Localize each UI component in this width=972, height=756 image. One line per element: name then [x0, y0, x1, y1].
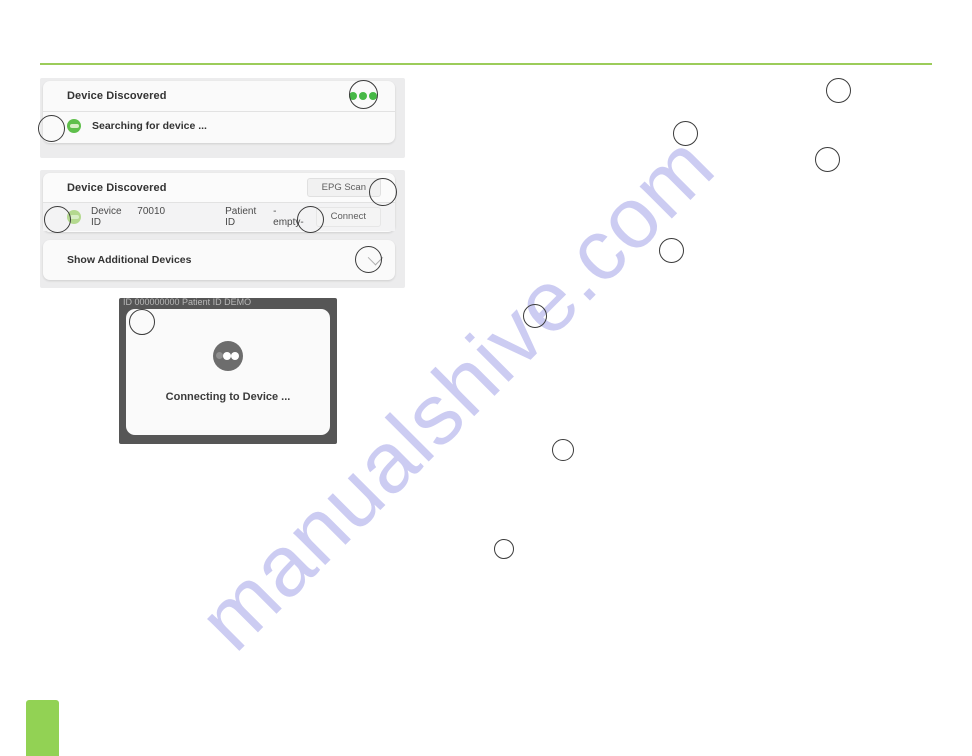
- page-header-rule: [40, 63, 932, 65]
- device-discovered-card-1: Device Discovered Searching for device .…: [43, 81, 395, 143]
- callout-7: [44, 206, 71, 233]
- callout-14: [494, 539, 514, 559]
- connecting-message: Connecting to Device ...: [165, 391, 291, 403]
- callout-11: [129, 309, 155, 335]
- searching-status-row[interactable]: Searching for device ...: [43, 112, 395, 140]
- card-header-1: Device Discovered: [43, 81, 395, 112]
- callout-6: [369, 178, 397, 206]
- callout-3: [38, 115, 65, 142]
- callout-8: [297, 206, 324, 233]
- callout-10: [355, 246, 382, 273]
- patient-id-field: Patient ID -empty-: [225, 206, 306, 228]
- card-header-2: Device Discovered EPG Scan: [43, 173, 395, 203]
- device-green-icon: [67, 119, 81, 133]
- spinner-dot: [231, 352, 239, 360]
- spinner-dot: [223, 352, 231, 360]
- device-list-row[interactable]: Device ID 70010 Patient ID -empty- Conne…: [43, 203, 395, 231]
- callout-5: [815, 147, 840, 172]
- connect-button[interactable]: Connect: [315, 207, 381, 227]
- connecting-dialog-card: Connecting to Device ...: [126, 309, 330, 435]
- show-additional-devices-label: Show Additional Devices: [67, 254, 192, 266]
- device-id-field: Device ID 70010: [91, 206, 165, 228]
- card-title-1: Device Discovered: [67, 90, 167, 102]
- loading-spinner-icon: [213, 341, 243, 371]
- patient-id-label: Patient ID: [225, 206, 257, 228]
- figure-device-discovered-list: Device Discovered EPG Scan Device ID 700…: [40, 170, 405, 288]
- searching-status-label: Searching for device ...: [92, 120, 207, 132]
- device-discovered-card-2: Device Discovered EPG Scan Device ID 700…: [43, 173, 395, 232]
- callout-9: [659, 238, 684, 263]
- spinner-dot: [216, 352, 223, 359]
- device-id-value: 70010: [137, 206, 166, 217]
- show-additional-devices-card[interactable]: Show Additional Devices: [43, 240, 395, 280]
- callout-1: [826, 78, 851, 103]
- callout-12: [523, 304, 547, 328]
- page-edge-marker: [26, 700, 59, 756]
- card-title-2: Device Discovered: [67, 181, 167, 194]
- callout-13: [552, 439, 574, 461]
- figure2-plate: Device Discovered EPG Scan Device ID 700…: [40, 170, 405, 288]
- callout-4: [673, 121, 698, 146]
- device-id-label: Device ID: [91, 206, 122, 228]
- clipped-header-text: ID 000000000 Patient ID DEMO: [123, 298, 252, 307]
- callout-2: [349, 80, 378, 109]
